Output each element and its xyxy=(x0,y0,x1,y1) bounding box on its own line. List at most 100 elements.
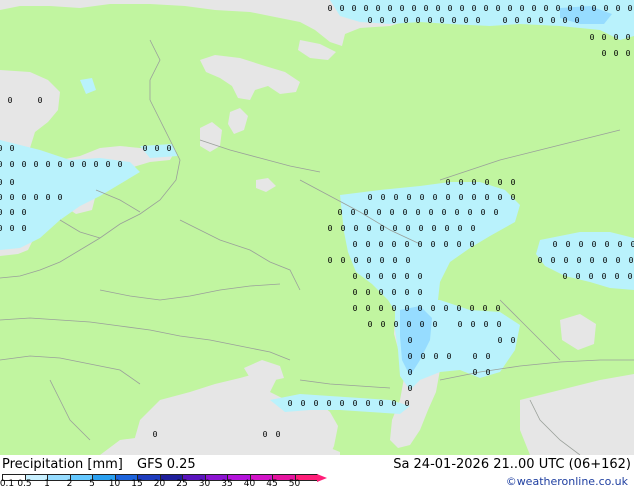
precip-marker: 0 xyxy=(353,288,358,297)
precip-marker: 0 xyxy=(381,193,386,202)
precip-marker: 0 xyxy=(471,224,476,233)
precip-marker: 0 xyxy=(563,272,568,281)
precip-marker: 0 xyxy=(392,399,397,408)
precip-marker: 0 xyxy=(8,96,13,105)
precip-marker: 0 xyxy=(377,208,382,217)
precip-marker: 0 xyxy=(353,240,358,249)
precip-marker: 0 xyxy=(447,352,452,361)
precip-marker: 0 xyxy=(143,144,148,153)
precip-marker: 0 xyxy=(70,160,75,169)
precip-marker: 0 xyxy=(276,430,281,439)
precip-marker: 0 xyxy=(618,240,623,249)
precip-marker: 0 xyxy=(22,224,27,233)
credit-link[interactable]: ©weatheronline.co.uk xyxy=(506,475,628,488)
precip-marker: 0 xyxy=(118,160,123,169)
precip-marker: 0 xyxy=(472,178,477,187)
precip-marker: 0 xyxy=(476,16,481,25)
precip-marker: 0 xyxy=(405,304,410,313)
precip-marker: 0 xyxy=(452,16,457,25)
precip-marker: 0 xyxy=(46,193,51,202)
precip-marker: 0 xyxy=(263,430,268,439)
precip-marker: 0 xyxy=(394,320,399,329)
precip-marker: 0 xyxy=(496,4,501,13)
color-scale-ticks: 0.1 0.5 1 2 5 10 15 20 25 30 35 40 45 50 xyxy=(0,479,332,490)
precip-marker: 0 xyxy=(444,240,449,249)
precip-marker: 0 xyxy=(367,224,372,233)
precip-marker: 0 xyxy=(388,4,393,13)
precip-marker: 0 xyxy=(58,160,63,169)
precip-marker: 0 xyxy=(22,160,27,169)
precip-marker: 0 xyxy=(341,224,346,233)
precip-marker: 0 xyxy=(353,399,358,408)
precip-marker: 0 xyxy=(433,193,438,202)
precip-marker: 0 xyxy=(616,4,621,13)
precip-marker: 0 xyxy=(288,399,293,408)
precip-marker: 0 xyxy=(366,304,371,313)
weather-map-viewer: 0 0 0 0 0 0 0 0 0 0 0 0 0 0 0 0 0 0 0 0 0 0 0 0 0 0 0 0 0 0 0 0 0 0 0 0 0 0 0 0… xyxy=(0,0,634,490)
precip-marker: 0 xyxy=(106,160,111,169)
precip-marker: 0 xyxy=(497,320,502,329)
precip-marker: 0 xyxy=(392,272,397,281)
precip-marker: 0 xyxy=(576,272,581,281)
precip-marker: 0 xyxy=(631,240,634,249)
precip-marker: 0 xyxy=(589,272,594,281)
precip-marker: 0 xyxy=(10,144,15,153)
precip-marker: 0 xyxy=(434,352,439,361)
precip-marker: 0 xyxy=(366,272,371,281)
precip-marker: 0 xyxy=(483,304,488,313)
tick-label: 35 xyxy=(221,479,233,489)
precip-marker: 0 xyxy=(367,256,372,265)
precip-marker: 0 xyxy=(498,178,503,187)
precip-marker: 0 xyxy=(393,224,398,233)
tick-label: 15 xyxy=(131,479,143,489)
precip-marker: 0 xyxy=(368,16,373,25)
precip-marker: 0 xyxy=(605,240,610,249)
precip-marker: 0 xyxy=(376,4,381,13)
precip-marker: 0 xyxy=(602,272,607,281)
tick-label: 0.5 xyxy=(17,479,32,489)
precip-marker: 0 xyxy=(532,4,537,13)
precip-marker: 0 xyxy=(366,399,371,408)
precip-marker: 0 xyxy=(455,208,460,217)
precip-marker: 0 xyxy=(486,352,491,361)
precip-marker: 0 xyxy=(459,178,464,187)
precip-marker: 0 xyxy=(301,399,306,408)
precip-marker: 0 xyxy=(494,208,499,217)
tick-label: 25 xyxy=(176,479,188,489)
precip-marker: 0 xyxy=(341,256,346,265)
precip-marker: 0 xyxy=(10,178,15,187)
precip-marker: 0 xyxy=(464,16,469,25)
precip-marker: 0 xyxy=(34,160,39,169)
precip-marker: 0 xyxy=(575,16,580,25)
precip-marker: 0 xyxy=(564,256,569,265)
precip-marker: 0 xyxy=(10,193,15,202)
precip-marker: 0 xyxy=(412,4,417,13)
precip-marker: 0 xyxy=(481,208,486,217)
precip-marker: 0 xyxy=(405,240,410,249)
precip-marker: 0 xyxy=(418,240,423,249)
precip-marker: 0 xyxy=(340,399,345,408)
precip-marker: 0 xyxy=(390,208,395,217)
precip-marker: 0 xyxy=(428,16,433,25)
precip-marker: 0 xyxy=(544,4,549,13)
precip-marker: 0 xyxy=(419,224,424,233)
precip-marker: 0 xyxy=(380,256,385,265)
tick-label: 20 xyxy=(153,479,166,489)
precip-marker: 0 xyxy=(457,240,462,249)
precip-marker: 0 xyxy=(592,240,597,249)
precip-marker: 0 xyxy=(527,16,532,25)
precip-marker: 0 xyxy=(0,208,3,217)
precip-marker: 0 xyxy=(379,304,384,313)
precip-marker: 0 xyxy=(340,4,345,13)
precip-marker: 0 xyxy=(420,193,425,202)
precip-marker: 0 xyxy=(431,240,436,249)
precip-marker: 0 xyxy=(458,224,463,233)
valid-time: Sa 24-01-2026 21..00 UTC (06+162) xyxy=(393,457,631,472)
precip-marker: 0 xyxy=(473,352,478,361)
precip-marker: 0 xyxy=(351,208,356,217)
precip-marker: 0 xyxy=(420,320,425,329)
precip-marker: 0 xyxy=(590,33,595,42)
precip-marker: 0 xyxy=(418,272,423,281)
precip-marker: 0 xyxy=(405,288,410,297)
tick-label: 0.1 xyxy=(0,479,15,489)
